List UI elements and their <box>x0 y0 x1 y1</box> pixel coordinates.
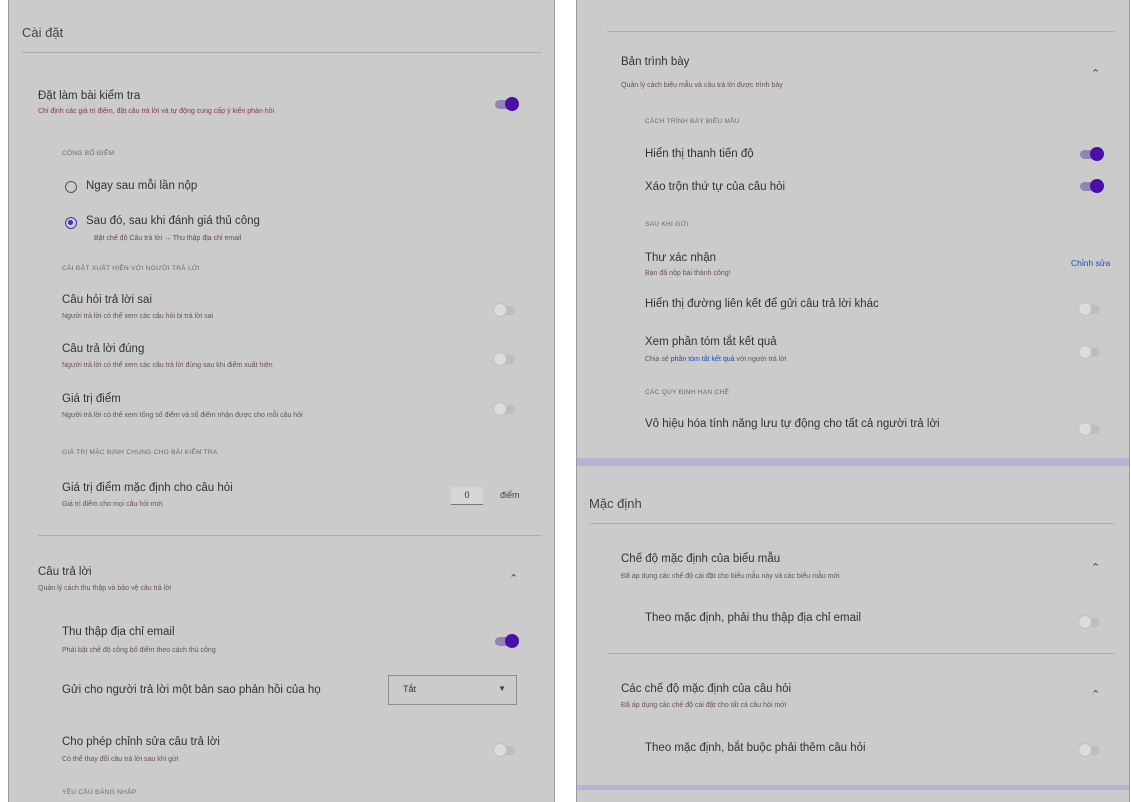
presentation-desc: Quản lý cách biểu mẫu và câu trả lời đượ… <box>621 82 783 89</box>
question-defaults-label: Các chế độ mặc định của câu hỏi <box>621 683 792 695</box>
collect-email-default-label: Theo mặc định, phải thu thập địa chỉ ema… <box>645 612 862 624</box>
points-unit: điểm <box>500 490 520 500</box>
view-results-label: Xem phần tóm tắt kết quả <box>645 336 777 348</box>
collect-email-label: Thu thập địa chỉ email <box>62 626 175 638</box>
quiz-desc: Chỉ định các giá trị điểm, đặt câu trả l… <box>38 108 275 115</box>
settings-panel-right: Bản trình bày Quản lý cách biểu mẫu và c… <box>576 0 1130 802</box>
view-results-toggle[interactable] <box>1078 344 1104 360</box>
see-item-desc: Người trả lời có thể xem các câu hỏi bị … <box>62 313 214 320</box>
divider <box>607 31 1115 32</box>
results-summary-link[interactable]: phần tóm tắt kết quả <box>671 356 735 363</box>
quiz-toggle[interactable] <box>493 96 519 112</box>
settings-panel-left: Cài đặt Đặt làm bài kiểm tra Chỉ định cá… <box>8 0 555 802</box>
send-copy-value: Tắt <box>403 684 417 694</box>
default-caption: GIÁ TRỊ MẶC ĐỊNH CHUNG CHO BÀI KIỂM TRA <box>62 449 218 456</box>
login-caption: YÊU CẦU ĐĂNG NHẬP <box>62 789 137 796</box>
see-item-desc: Người trả lời có thể xem các câu trả lời… <box>62 362 273 369</box>
see-item-label: Giá trị điểm <box>62 393 121 405</box>
required-default-toggle[interactable] <box>1078 742 1104 758</box>
after-caption: SAU KHI GỬI <box>645 221 689 228</box>
responses-desc: Quản lý cách thu thập và bảo vệ câu trả … <box>38 585 172 592</box>
point-values-toggle[interactable] <box>493 401 519 417</box>
show-link-toggle[interactable] <box>1078 301 1104 317</box>
allow-edit-label: Cho phép chỉnh sửa câu trả lời <box>62 736 220 748</box>
default-points-label: Giá trị điểm mặc định cho câu hỏi <box>62 482 233 494</box>
chevron-up-icon[interactable]: ⌃ <box>1091 561 1100 574</box>
chevron-up-icon[interactable]: ⌃ <box>1091 688 1100 701</box>
divider <box>589 523 1115 524</box>
see-caption: CÀI ĐẶT XUẤT HIỆN VỚI NGƯỜI TRẢ LỜI <box>62 265 200 272</box>
see-item-desc: Người trả lời có thể xem tổng số điểm và… <box>62 412 303 419</box>
presentation-label: Bản trình bày <box>621 56 690 68</box>
collect-email-default-toggle[interactable] <box>1078 614 1104 630</box>
dropdown-arrow-icon: ▼ <box>498 684 506 693</box>
view-results-desc: Chia sẻ phần tóm tắt kết quả với người t… <box>645 356 787 363</box>
collect-email-toggle[interactable] <box>493 633 519 649</box>
divider <box>38 535 541 536</box>
send-copy-label: Gửi cho người trả lời một bản sao phản h… <box>62 684 321 696</box>
wrong-answers-toggle[interactable] <box>493 302 519 318</box>
chevron-up-icon[interactable]: ⌃ <box>1091 67 1100 80</box>
see-item-label: Câu hỏi trả lời sai <box>62 294 152 306</box>
edit-confirmation-link[interactable]: Chỉnh sửa <box>1071 258 1110 268</box>
required-default-label: Theo mặc định, bắt buộc phải thêm câu hỏ… <box>645 742 866 754</box>
send-copy-select[interactable]: Tắt ▼ <box>388 675 517 705</box>
release-immediately-label: Ngay sau mỗi lần nộp <box>86 180 198 192</box>
default-points-desc: Giá trị điểm cho mọi câu hỏi mới <box>62 501 163 508</box>
shuffle-toggle[interactable] <box>1078 178 1104 194</box>
question-defaults-desc: Đã áp dụng các chế độ cài đặt cho tất cả… <box>621 702 787 709</box>
collect-email-desc: Phải bật chế độ công bố điểm theo cách t… <box>62 647 216 654</box>
section-separator <box>577 458 1129 466</box>
allow-edit-desc: Có thể thay đổi câu trả lời sau khi gửi <box>62 756 179 763</box>
divider <box>22 52 541 53</box>
release-manual-radio[interactable] <box>65 217 77 229</box>
quiz-label: Đặt làm bài kiểm tra <box>38 90 141 102</box>
progress-bar-label: Hiển thị thanh tiến độ <box>645 148 754 160</box>
section-separator <box>577 785 1129 790</box>
autosave-label: Vô hiệu hóa tính năng lưu tự động cho tấ… <box>645 418 940 430</box>
form-defaults-label: Chế độ mặc định của biểu mẫu <box>621 553 781 565</box>
responses-label: Câu trả lời <box>38 566 92 578</box>
divider <box>607 653 1115 654</box>
confirm-desc: Bạn đã nộp bài thành công! <box>645 270 731 277</box>
progress-bar-toggle[interactable] <box>1078 146 1104 162</box>
default-points-input[interactable]: 0 <box>451 487 483 505</box>
release-manual-sub: Bật chế độ Câu trả lời → Thu thập địa ch… <box>94 235 242 242</box>
confirm-label: Thư xác nhận <box>645 252 716 264</box>
autosave-toggle[interactable] <box>1078 421 1104 437</box>
correct-answers-toggle[interactable] <box>493 351 519 367</box>
see-item-label: Câu trả lời đúng <box>62 343 145 355</box>
restrict-caption: CÁC QUY ĐỊNH HẠN CHẾ <box>645 389 730 396</box>
show-link-label: Hiển thị đường liên kết để gửi câu trả l… <box>645 298 879 310</box>
release-caption: CÔNG BỐ ĐIỂM <box>62 150 115 157</box>
release-manual-label: Sau đó, sau khi đánh giá thủ công <box>86 215 260 227</box>
form-defaults-desc: Đã áp dụng các chế độ cài đặt cho biểu m… <box>621 573 840 580</box>
allow-edit-toggle[interactable] <box>493 742 519 758</box>
chevron-up-icon[interactable]: ⌃ <box>509 572 518 585</box>
form-caption: CÁCH TRÌNH BÀY BIỂU MẪU <box>645 118 740 125</box>
release-immediately-radio[interactable] <box>65 181 77 193</box>
defaults-title: Mặc định <box>589 496 642 511</box>
shuffle-label: Xáo trộn thứ tự của câu hỏi <box>645 181 786 193</box>
settings-title: Cài đặt <box>22 25 64 40</box>
